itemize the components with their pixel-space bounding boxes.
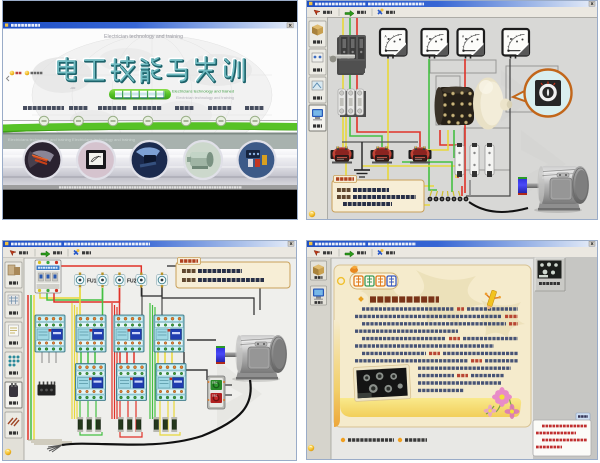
svg-text:Electrician technology and tra: Electrician technology and training bbox=[104, 34, 183, 40]
svg-text:Electricians technology and tr: Electricians technology and trained bbox=[172, 89, 234, 94]
svg-text:Electrician technology and: Electrician technology and training bbox=[176, 96, 234, 100]
svg-text:SB1: SB1 bbox=[212, 394, 218, 398]
svg-text:SB2: SB2 bbox=[212, 381, 218, 385]
svg-text:-cc: -cc bbox=[70, 85, 75, 90]
svg-text:Electricians technology and: Electricians technology and training Ele… bbox=[8, 137, 135, 142]
svg-text:FU1: FU1 bbox=[87, 279, 97, 285]
svg-text:FU2: FU2 bbox=[127, 279, 137, 285]
